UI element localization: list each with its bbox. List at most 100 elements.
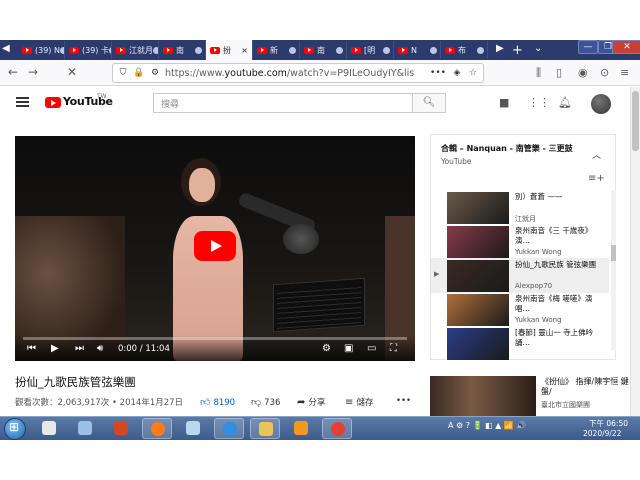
recommendation-title[interactable]: 《扮仙》 指揮/陳宇恒 鍵盤/ — [541, 377, 631, 397]
browser-tab[interactable]: 布 — [441, 41, 488, 59]
playlist-item-title[interactable]: 扮仙_九歌民族 管弦樂團 — [515, 260, 607, 270]
playlist-item-thumbnail[interactable] — [447, 294, 509, 326]
share-button[interactable]: ➦ 分享 — [297, 396, 325, 408]
notifications-bell-icon[interactable]: 🔔︎ — [558, 96, 572, 109]
playlist-title[interactable]: 合輯 – Nanquan - 南管樂 - 三更鼓 — [441, 143, 591, 154]
chrome-icon — [331, 422, 345, 436]
playlist-item[interactable]: ▶ 扮仙_九歌民族 管弦樂團 Alexpop70 — [431, 258, 609, 293]
taskbar-app-button[interactable] — [142, 418, 172, 439]
large-play-button[interactable] — [194, 231, 236, 261]
chevron-up-icon[interactable]: ︿ — [592, 148, 601, 161]
more-actions-button[interactable]: ••• — [396, 396, 411, 406]
playlist-item-title[interactable]: 泉州南音《三 千歲夜》演… — [515, 226, 607, 246]
save-button[interactable]: ≡ 儲存 — [345, 396, 373, 408]
settings-gear-icon[interactable]: ⚙ — [322, 343, 331, 354]
browser-tab[interactable]: 南 — [300, 41, 347, 59]
menu-icon[interactable]: ≡ — [620, 66, 629, 79]
taskbar-app-button[interactable] — [322, 418, 352, 439]
start-button[interactable] — [4, 418, 26, 440]
url-text[interactable]: https://www.youtube.com/watch?v=P9ILeOud… — [165, 68, 415, 79]
dislike-button[interactable]: 👎︎ 736 — [251, 396, 280, 408]
taskbar-app-button[interactable] — [34, 418, 64, 439]
page-scrollbar[interactable] — [630, 87, 640, 416]
browser-tab[interactable]: N — [394, 41, 441, 59]
playlist-item[interactable]: 別）蒼蒼 —— 江就月 — [431, 190, 609, 225]
miniplayer-icon[interactable]: ▣ — [344, 343, 353, 354]
avatar[interactable] — [591, 94, 611, 114]
forward-icon[interactable]: → — [28, 65, 38, 79]
browser-tab[interactable]: [明 — [347, 41, 394, 59]
theater-mode-icon[interactable]: ▭ — [367, 343, 376, 354]
lock-icon[interactable]: 🔒 — [133, 68, 145, 78]
tab-scroll-right-button[interactable]: ▶ — [496, 43, 504, 54]
browser-tab[interactable]: 江就月 — [112, 41, 159, 59]
playlist-item-thumbnail[interactable] — [447, 226, 509, 258]
account-icon[interactable]: ◉ — [578, 66, 588, 79]
taskbar-app-button[interactable] — [178, 418, 208, 439]
url-bar[interactable]: ⛉ 🔒 ⚙ https://www.youtube.com/watch?v=P9… — [112, 63, 484, 83]
taskbar-app-button[interactable] — [106, 418, 136, 439]
browser-tab[interactable]: 扮 × — [206, 40, 253, 60]
youtube-logo-icon[interactable] — [45, 97, 61, 108]
library-icon[interactable]: ⫼ — [536, 66, 541, 80]
add-to-playlist-icon: ≡ — [345, 397, 354, 408]
playlist-scroll-thumb[interactable] — [611, 245, 616, 261]
browser-tab[interactable]: (39) 卡 — [65, 41, 112, 59]
youtube-header: YouTube TW 搜尋 🔍︎ ■ ⋮⋮ 🔔︎ — [0, 87, 630, 121]
tab-scroll-left-button[interactable]: ◀ — [2, 43, 10, 54]
playlist-item-thumbnail[interactable] — [447, 260, 509, 292]
fullscreen-icon[interactable]: ⛶ — [390, 343, 397, 354]
tab-list-button[interactable]: ⌄ — [534, 43, 542, 54]
media-player-icon — [294, 421, 308, 435]
next-icon[interactable]: ⏭ — [75, 343, 84, 354]
pocket-icon[interactable]: ◈ — [451, 68, 463, 78]
taskbar: A ⚙ ? 🔋 ◧ ▲ 📶 🔊 下午 06:50 2020/9/22 — [0, 416, 640, 440]
shield-icon[interactable]: ⛉ — [117, 68, 129, 78]
taskbar-app-button[interactable] — [70, 418, 100, 439]
playlist-item-title[interactable]: [春節] 靈山一 寺上佛吟誦… — [515, 328, 607, 348]
extension-icon[interactable]: ⊙ — [600, 66, 609, 79]
sidebar-icon[interactable]: ▯ — [556, 66, 562, 79]
browser-tab[interactable]: 新 — [253, 41, 300, 59]
taskbar-app-button[interactable] — [250, 418, 280, 439]
stop-loading-icon[interactable]: ✕ — [67, 65, 77, 79]
playlist-item-title[interactable]: 別）蒼蒼 —— — [515, 192, 607, 202]
system-tray[interactable]: A ⚙ ? 🔋 ◧ ▲ 📶 🔊 — [448, 421, 526, 430]
recommendation-thumbnail[interactable] — [430, 376, 536, 416]
taskbar-app-button[interactable] — [286, 418, 316, 439]
playlist-item-title[interactable]: 泉州南音《梅 嗟嗟》演唱… — [515, 294, 607, 314]
page-actions-icon[interactable]: ••• — [429, 68, 447, 78]
permissions-icon[interactable]: ⚙ — [149, 68, 161, 78]
playlist-item[interactable]: 泉州南音《三 千歲夜》演… Yukkan Wong — [431, 224, 609, 259]
play-icon[interactable]: ▶ — [51, 343, 59, 354]
playlist-item[interactable]: [春節] 靈山一 寺上佛吟誦… — [431, 326, 609, 361]
previous-icon[interactable]: ⏮ — [27, 343, 36, 354]
progress-bar[interactable] — [23, 337, 407, 340]
bookmark-star-icon[interactable]: ☆ — [467, 68, 479, 78]
clock-date[interactable]: 2020/9/22 — [583, 429, 621, 438]
playlist-scrollbar[interactable] — [611, 190, 616, 350]
search-input[interactable]: 搜尋 — [153, 93, 412, 113]
search-button[interactable]: 🔍︎ — [412, 93, 446, 113]
create-video-icon[interactable]: ■ — [499, 96, 509, 109]
new-tab-button[interactable]: + — [512, 43, 523, 58]
volume-icon[interactable]: 🔊︎ — [97, 343, 103, 354]
browser-tab[interactable]: 南 — [159, 41, 206, 59]
taskbar-app-button[interactable] — [214, 418, 244, 439]
hamburger-menu-icon[interactable] — [16, 97, 29, 107]
apps-grid-icon[interactable]: ⋮⋮ — [528, 96, 550, 109]
video-player[interactable]: ⏮ ▶ ⏭ 🔊︎ 0:00 / 11:04 ⚙ ▣ ▭ ⛶ — [15, 136, 415, 361]
minimize-button[interactable]: — — [578, 40, 598, 54]
save-playlist-icon[interactable]: ≡+ — [588, 173, 605, 184]
browser-tab-label: [明 — [364, 45, 376, 55]
back-icon[interactable]: ← — [8, 65, 18, 79]
playlist-item-thumbnail[interactable] — [447, 328, 509, 360]
playlist-item-thumbnail[interactable] — [447, 192, 509, 224]
like-button[interactable]: 👍︎ 8190 — [200, 396, 235, 408]
page-scroll-thumb[interactable] — [632, 91, 639, 151]
clock-time[interactable]: 下午 06:50 — [589, 418, 628, 429]
tab-close-icon[interactable]: × — [241, 46, 248, 55]
close-window-button[interactable]: ✕ — [612, 40, 640, 54]
playlist-item[interactable]: 泉州南音《梅 嗟嗟》演唱… Yukkan Wong — [431, 292, 609, 327]
browser-tab[interactable]: (39) N — [18, 41, 65, 59]
